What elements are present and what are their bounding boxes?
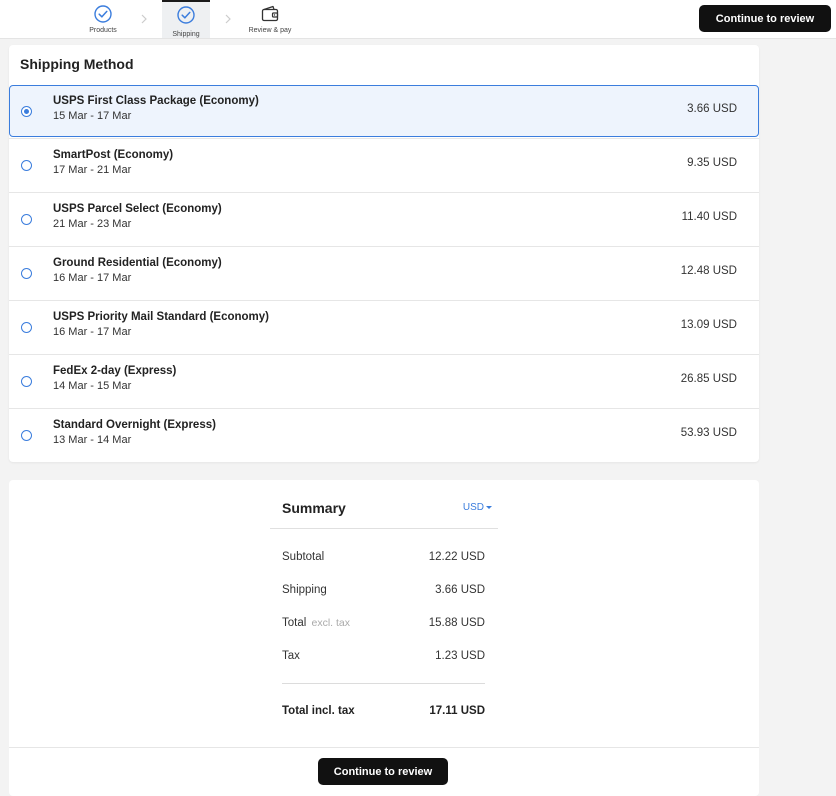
divider	[282, 683, 485, 684]
option-dates: 14 Mar - 15 Mar	[53, 380, 132, 392]
option-dates: 16 Mar - 17 Mar	[53, 272, 132, 284]
option-price: 53.93 USD	[680, 427, 737, 439]
total-label: Total	[282, 617, 307, 629]
shipping-method-card: Shipping Method USPS First Class Package…	[9, 45, 759, 462]
step-label: Review & pay	[248, 27, 292, 34]
option-price: 26.85 USD	[680, 373, 737, 385]
total-excl-label: Total excl. tax	[282, 617, 350, 629]
shipping-option[interactable]: Ground Residential (Economy) 16 Mar - 17…	[9, 246, 759, 300]
total-excl-value: 15.88 USD	[428, 617, 485, 629]
shipping-method-title: Shipping Method	[20, 56, 134, 72]
step-review-pay[interactable]: Review & pay	[246, 0, 294, 38]
divider	[270, 528, 498, 529]
tax-label: Tax	[282, 650, 300, 662]
step-products[interactable]: Products	[79, 0, 127, 38]
option-dates: 15 Mar - 17 Mar	[53, 110, 132, 122]
step-label: Products	[89, 27, 117, 34]
check-circle-icon	[94, 5, 112, 23]
radio-button[interactable]	[21, 160, 32, 171]
option-name: FedEx 2-day (Express)	[53, 365, 177, 377]
radio-button[interactable]	[21, 268, 32, 279]
option-name: USPS Parcel Select (Economy)	[53, 203, 222, 215]
option-name: Standard Overnight (Express)	[53, 419, 216, 431]
option-price: 12.48 USD	[680, 265, 737, 277]
shipping-option[interactable]: SmartPost (Economy) 17 Mar - 21 Mar 9.35…	[9, 138, 759, 192]
option-dates: 17 Mar - 21 Mar	[53, 164, 132, 176]
currency-label: USD	[462, 502, 484, 513]
currency-selector[interactable]: USD	[463, 502, 492, 513]
radio-button[interactable]	[21, 376, 32, 387]
option-dates: 13 Mar - 14 Mar	[53, 434, 132, 446]
option-price: 3.66 USD	[687, 103, 737, 115]
step-label: Shipping	[172, 31, 200, 38]
chevron-right-icon	[141, 14, 147, 24]
option-name: Ground Residential (Economy)	[53, 257, 222, 269]
check-circle-icon	[177, 6, 195, 24]
option-name: SmartPost (Economy)	[53, 149, 174, 161]
shipping-value: 3.66 USD	[435, 584, 485, 596]
option-name: USPS Priority Mail Standard (Economy)	[53, 311, 269, 323]
total-incl-value: 17.11 USD	[429, 705, 485, 717]
option-name: USPS First Class Package (Economy)	[53, 95, 259, 107]
summary-title: Summary	[282, 500, 346, 516]
option-price: 13.09 USD	[680, 319, 737, 331]
shipping-option[interactable]: USPS Priority Mail Standard (Economy) 16…	[9, 300, 759, 354]
subtotal-value: 12.22 USD	[428, 551, 485, 563]
shipping-option[interactable]: USPS First Class Package (Economy) 15 Ma…	[9, 85, 759, 137]
summary-card: Summary USD Subtotal 12.22 USD Shipping …	[9, 480, 759, 796]
subtotal-label: Subtotal	[282, 551, 325, 563]
continue-to-review-button[interactable]: Continue to review	[699, 5, 831, 32]
radio-button[interactable]	[21, 430, 32, 441]
radio-button[interactable]	[21, 214, 32, 225]
option-dates: 16 Mar - 17 Mar	[53, 326, 132, 338]
caret-down-icon	[486, 505, 492, 509]
shipping-option[interactable]: FedEx 2-day (Express) 14 Mar - 15 Mar 26…	[9, 354, 759, 408]
shipping-option[interactable]: USPS Parcel Select (Economy) 21 Mar - 23…	[9, 192, 759, 246]
chevron-right-icon	[225, 14, 231, 24]
option-dates: 21 Mar - 23 Mar	[53, 218, 132, 230]
shipping-label: Shipping	[282, 584, 327, 596]
total-incl-label: Total incl. tax	[282, 705, 355, 717]
radio-button-checked[interactable]	[21, 106, 32, 117]
option-price: 9.35 USD	[687, 157, 737, 169]
radio-dot	[24, 109, 29, 114]
divider	[9, 747, 759, 748]
tax-value: 1.23 USD	[435, 650, 485, 662]
continue-to-review-button[interactable]: Continue to review	[318, 758, 448, 785]
checkout-header: Products Shipping Review & pay Continue …	[0, 0, 836, 39]
option-price: 11.40 USD	[681, 211, 737, 223]
wallet-icon	[261, 5, 279, 22]
step-shipping[interactable]: Shipping	[162, 0, 210, 38]
radio-button[interactable]	[21, 322, 32, 333]
excl-tax-note: excl. tax	[311, 617, 351, 629]
shipping-option[interactable]: Standard Overnight (Express) 13 Mar - 14…	[9, 408, 759, 462]
